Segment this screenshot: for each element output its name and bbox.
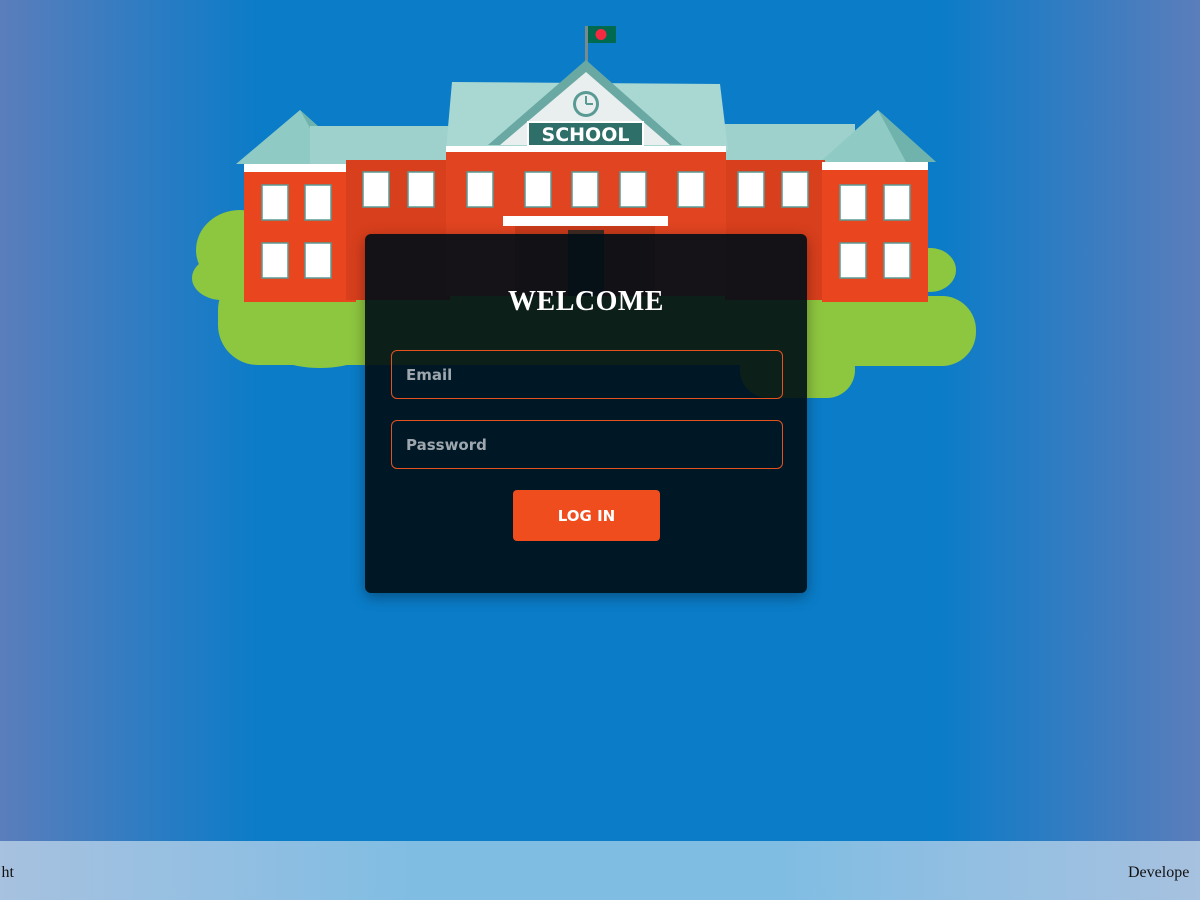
password-field[interactable] [391, 420, 783, 469]
login-button[interactable]: LOG IN [513, 490, 660, 541]
welcome-heading: WELCOME [508, 286, 664, 317]
footer-developer-text: Develope [1128, 864, 1190, 881]
login-card: WELCOME LOG IN [365, 234, 807, 593]
footer-copyright-text: ht [1, 864, 14, 881]
footer: ht Develope [0, 841, 1200, 900]
bangladesh-flag [585, 26, 616, 66]
school-sign: SCHOOL [542, 124, 630, 146]
email-field[interactable] [391, 350, 783, 399]
